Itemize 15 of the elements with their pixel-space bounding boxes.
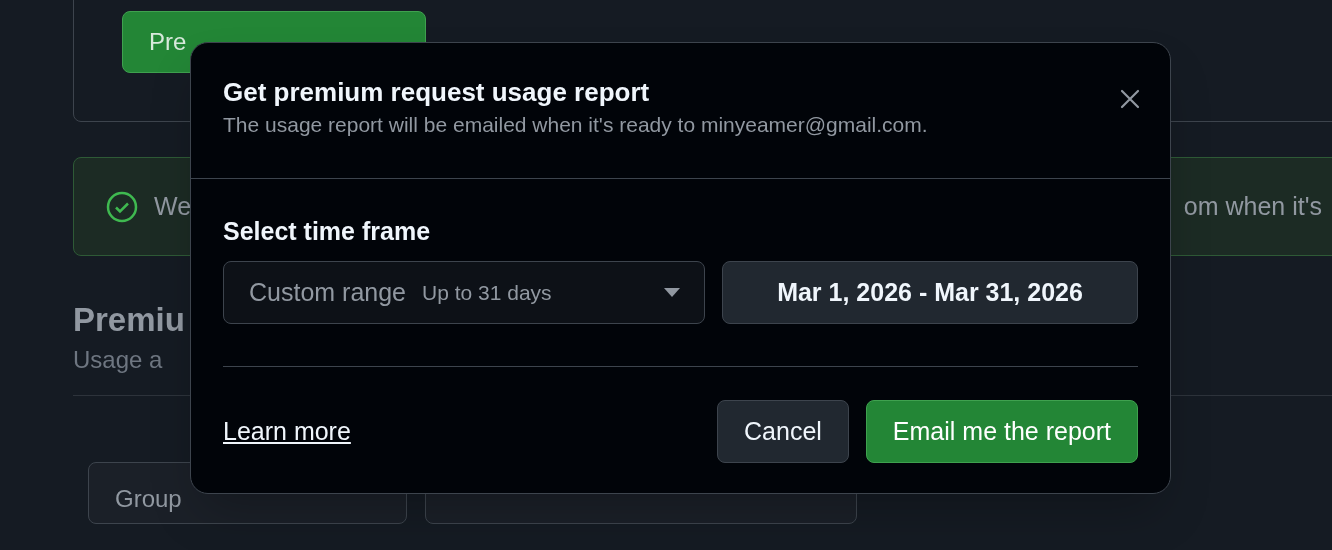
section-subtitle: Usage a: [73, 345, 164, 375]
cancel-button[interactable]: Cancel: [717, 400, 849, 463]
date-range-button[interactable]: Mar 1, 2026 - Mar 31, 2026: [722, 261, 1138, 324]
close-icon: [1120, 89, 1140, 109]
dialog-subtitle: The usage report will be emailed when it's ready to minyeamer@gmail.com.: [223, 112, 928, 138]
range-select[interactable]: Custom range Up to 31 days: [223, 261, 705, 324]
section-title: Premiu: [73, 300, 186, 340]
alert-text: We: [154, 190, 192, 222]
section-label: Select time frame: [223, 216, 432, 247]
alert-text: om when it's: [1183, 190, 1322, 222]
caret-icon: [664, 288, 680, 297]
check-circle-icon: [106, 190, 138, 223]
dialog-title: Get premium request usage report: [223, 76, 651, 109]
learn-more-link[interactable]: Learn more: [223, 412, 351, 451]
email-report-button[interactable]: Email me the report: [865, 400, 1138, 463]
